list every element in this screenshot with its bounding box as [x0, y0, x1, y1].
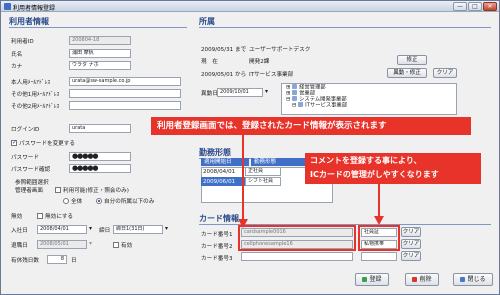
register-icon [362, 276, 368, 282]
delete-button[interactable]: 削除 [405, 273, 439, 286]
delete-icon [412, 276, 418, 282]
callout-arrows [238, 135, 384, 228]
arrowhead-card-values [238, 219, 248, 228]
app-window: 利用者情報登録 — □ ✕ 利用者情報 利用者ID 200804-18 氏名 浦… [0, 0, 500, 295]
arrowhead-card-comments [374, 216, 384, 225]
close-button[interactable]: 閉じる [453, 273, 493, 286]
register-button[interactable]: 登録 [355, 273, 389, 286]
close-door-icon [460, 276, 466, 282]
